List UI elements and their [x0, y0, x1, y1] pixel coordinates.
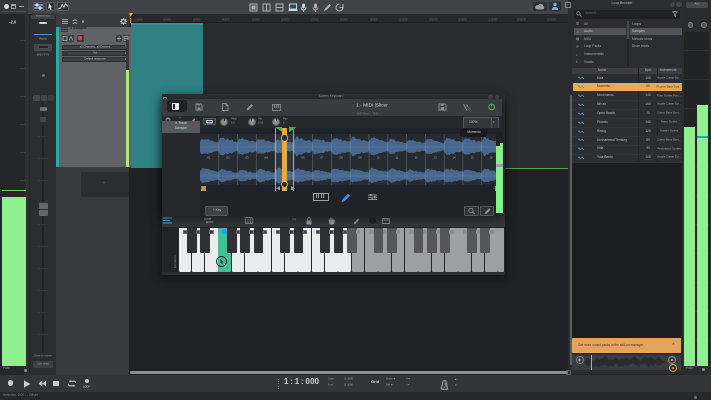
svg-text:6: 6	[468, 106, 471, 111]
